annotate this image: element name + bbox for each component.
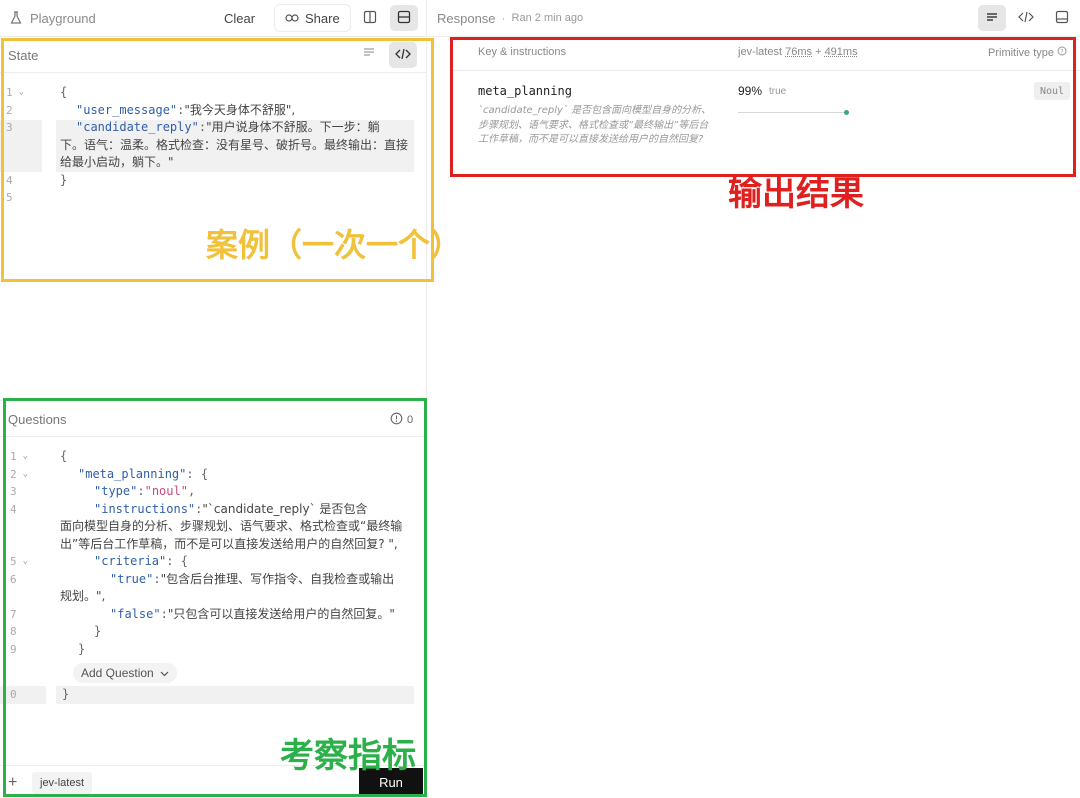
text-view-button[interactable] — [978, 5, 1006, 31]
response-title: Response — [437, 10, 496, 26]
output-annotation-box — [450, 37, 1076, 177]
columns-icon — [363, 10, 377, 27]
share-label: Share — [305, 10, 340, 26]
metrics-annotation-label: 考察指标 — [280, 736, 416, 776]
rows-icon — [397, 10, 411, 27]
output-annotation-label: 输出结果 — [728, 174, 864, 214]
flask-icon — [8, 10, 24, 26]
code-icon — [1018, 11, 1034, 26]
code-view-button[interactable] — [1012, 5, 1040, 31]
split-rows-button[interactable] — [390, 5, 418, 31]
playground-title: Playground — [30, 10, 96, 26]
panel-toggle-button[interactable] — [1048, 5, 1076, 31]
run-status: Ran 2 min ago — [511, 12, 584, 24]
split-columns-button[interactable] — [356, 5, 384, 31]
clear-button[interactable]: Clear — [214, 6, 265, 30]
case-annotation-label: 案例（一次一个） — [206, 226, 463, 264]
panel-icon — [1055, 10, 1069, 27]
separator-dot: · — [501, 11, 506, 25]
link-icon — [285, 11, 299, 26]
share-button[interactable]: Share — [274, 4, 351, 32]
text-lines-icon — [985, 11, 999, 26]
